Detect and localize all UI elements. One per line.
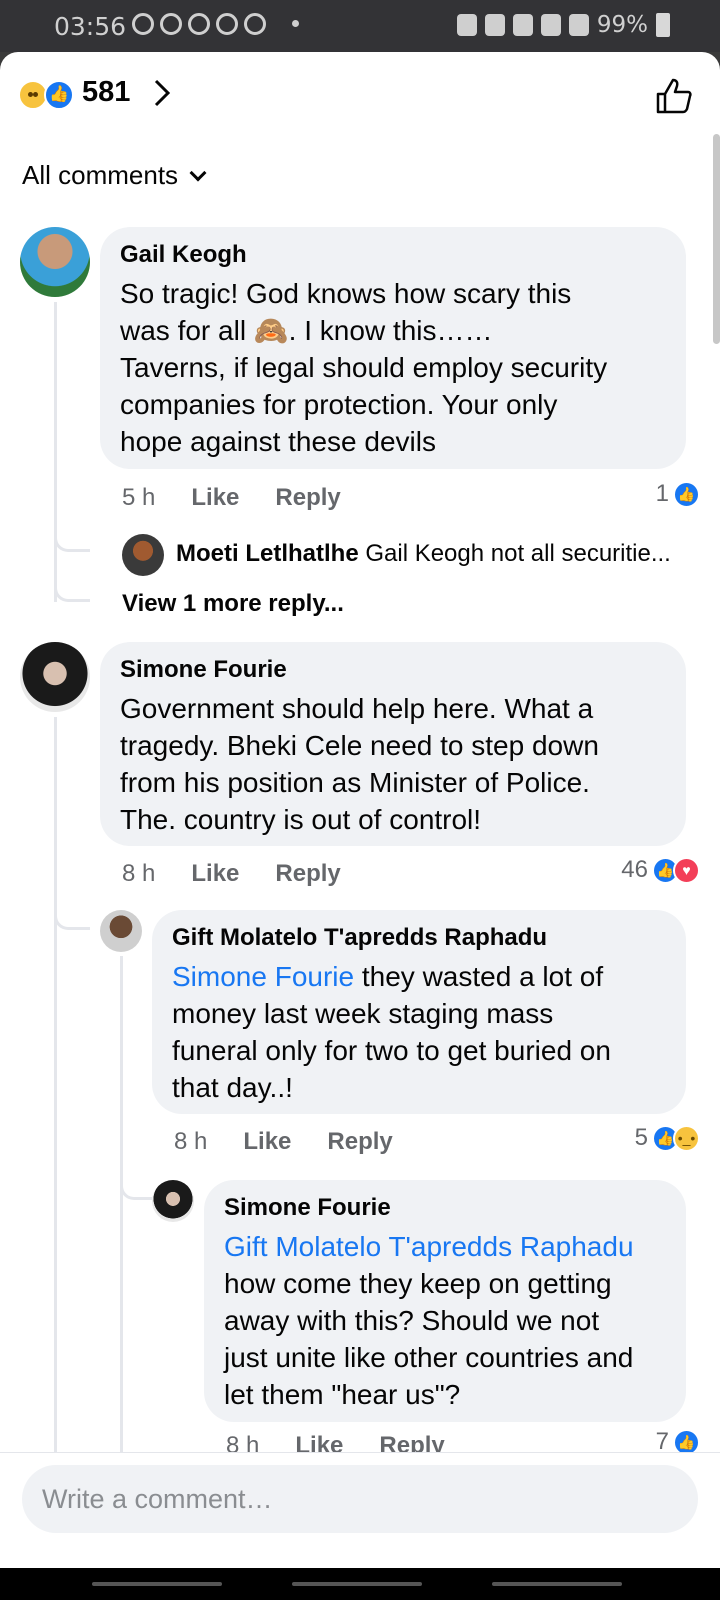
comment-line: how come they keep on getting [224, 1268, 612, 1299]
thumbs-up-icon[interactable] [654, 76, 694, 116]
reaction-count-badge[interactable]: 5 👍 •_• [635, 1124, 700, 1152]
comment-bubble[interactable]: Gift Molatelo T'apredds Raphadu Simone F… [152, 910, 686, 1114]
comment-actions: 8 h Like Reply [122, 860, 341, 888]
comment-line: was for all 🙈. I know this…… [120, 315, 493, 346]
avatar[interactable] [152, 1180, 194, 1222]
reaction-summary[interactable]: 👍 [18, 80, 78, 110]
comment-bubble[interactable]: Gail Keogh So tragic! God knows how scar… [100, 227, 686, 469]
comment-text: Simone Fourie they wasted a lot of money… [172, 958, 666, 1106]
thread-line [54, 302, 57, 602]
reactions-header: 👍 581 [0, 52, 720, 142]
thread-branch [54, 572, 90, 602]
avatar[interactable] [20, 642, 90, 712]
comment-line: let them "hear us"? [224, 1379, 461, 1410]
thread-branch [54, 882, 90, 930]
comment-actions: 8 h Like Reply [174, 1128, 393, 1156]
like-button[interactable]: Like [243, 1128, 291, 1156]
avatar[interactable] [20, 227, 90, 297]
status-bar: 03:56 99% [0, 0, 720, 52]
comment-text: Government should help here. What a trag… [120, 690, 666, 838]
comment-line: Taverns, if legal should employ security [120, 352, 608, 383]
like-button[interactable]: Like [191, 860, 239, 888]
filter-label: All comments [22, 160, 179, 190]
thread-branch [120, 1152, 152, 1200]
avatar[interactable] [122, 534, 164, 576]
reply-button[interactable]: Reply [275, 860, 340, 888]
comment-author[interactable]: Gail Keogh [120, 241, 666, 269]
more-notifications-dot [292, 20, 299, 27]
comment-line: hope against these devils [120, 426, 436, 457]
comment-time[interactable]: 8 h [174, 1128, 207, 1156]
chevron-right-icon[interactable] [152, 78, 172, 116]
reaction-number: 1 [655, 480, 669, 507]
status-time: 03:56 [54, 12, 127, 41]
battery-icon [656, 13, 670, 37]
comment-line: companies for protection. Your only [120, 389, 558, 420]
wifi-icon [540, 14, 561, 36]
comment-line: Simone Fourie they wasted a lot of [172, 958, 666, 995]
mute-icon [512, 14, 533, 36]
comment-line: away with this? Should we not [224, 1305, 600, 1336]
nav-home-button[interactable] [292, 1582, 422, 1586]
comment-actions: 5 h Like Reply [122, 484, 341, 512]
comment-line: The. country is out of control! [120, 804, 482, 835]
comment-line: money last week staging mass [172, 998, 554, 1029]
comment-line: funeral only for two to get buried on [172, 1035, 611, 1066]
comment-text: So tragic! God knows how scary this was … [120, 275, 666, 460]
comment-bubble[interactable]: Simone Fourie Government should help her… [100, 642, 686, 846]
comment-author[interactable]: Gift Molatelo T'apredds Raphadu [172, 924, 666, 952]
scrollbar[interactable] [713, 134, 720, 344]
love-reaction-icon: ♥ [673, 856, 700, 884]
thread-line [120, 956, 123, 1456]
reply-button[interactable]: Reply [275, 484, 340, 512]
reaction-count[interactable]: 581 [82, 76, 130, 109]
nav-back-button[interactable] [492, 1582, 622, 1586]
comment-author[interactable]: Simone Fourie [120, 656, 666, 684]
system-nav-bar [0, 1568, 720, 1600]
view-more-replies-link[interactable]: View 1 more reply... [122, 590, 344, 618]
chevron-down-icon [189, 164, 207, 181]
comment-composer-bar [0, 1452, 720, 1568]
reaction-count-badge[interactable]: 46 👍 ♥ [621, 856, 700, 884]
comment-author[interactable]: Simone Fourie [224, 1194, 666, 1222]
mention-link[interactable]: Simone Fourie [172, 961, 354, 992]
reaction-count-badge[interactable]: 1 👍 [656, 480, 700, 508]
reply-preview[interactable]: Moeti Letlhatlhe Gail Keogh not all secu… [176, 540, 671, 568]
like-reaction-icon: 👍 [673, 480, 700, 508]
comment-time[interactable]: 8 h [122, 860, 155, 888]
reaction-number: 46 [621, 856, 648, 883]
comment-time[interactable]: 5 h [122, 484, 155, 512]
reply-text: Gail Keogh not all securitie... [365, 540, 671, 567]
reaction-number: 5 [634, 1124, 648, 1151]
comment-line: So tragic! God knows how scary this [120, 278, 572, 309]
lock-icon [456, 14, 477, 36]
thread-branch [54, 522, 90, 552]
comment-bubble[interactable]: Simone Fourie Gift Molatelo T'apredds Ra… [204, 1180, 686, 1422]
comment-line: just unite like other countries and [224, 1342, 634, 1373]
avatar[interactable] [100, 910, 142, 952]
sad-reaction-icon: •_• [673, 1124, 700, 1152]
like-reaction-icon: 👍 [44, 80, 74, 110]
reply-author: Moeti Letlhatlhe [176, 540, 359, 567]
thread-line [54, 717, 57, 1455]
alarm-icon [484, 14, 505, 36]
comment-line: from his position as Minister of Police. [120, 767, 590, 798]
comment-text: Gift Molatelo T'apredds Raphadu how come… [224, 1228, 666, 1413]
comment-line: that day..! [172, 1072, 293, 1103]
nav-recent-button[interactable] [92, 1582, 222, 1586]
comment-line: Government should help here. What a [120, 693, 594, 724]
reply-button[interactable]: Reply [327, 1128, 392, 1156]
battery-percent: 99% [596, 12, 648, 38]
comment-filter-dropdown[interactable]: All comments [22, 160, 207, 191]
comments-sheet: 👍 581 All comments Gail Keogh So tragic!… [0, 52, 720, 1568]
comment-fragment: they wasted a lot of [354, 961, 604, 992]
signal-icon [568, 14, 589, 36]
comment-input[interactable] [22, 1465, 698, 1533]
mention-link[interactable]: Gift Molatelo T'apredds Raphadu [224, 1228, 666, 1265]
notification-icons [132, 13, 266, 35]
status-right: 99% [456, 12, 670, 38]
comment-line: tragedy. Bheki Cele need to step down [120, 730, 599, 761]
like-button[interactable]: Like [191, 484, 239, 512]
